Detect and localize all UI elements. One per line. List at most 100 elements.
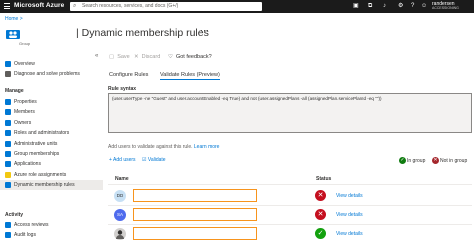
redacted-user-name xyxy=(133,189,257,202)
sidebar-item-label: Members xyxy=(14,109,35,116)
brand-name[interactable]: Microsoft Azure xyxy=(14,2,64,9)
validate-instructions: Add users to validate against this rule.… xyxy=(108,144,219,150)
applications-icon xyxy=(5,161,11,168)
sidebar-item-label: Overview xyxy=(14,61,35,67)
table-row-divider xyxy=(108,205,472,206)
redacted-user-name xyxy=(133,227,257,240)
instructions-text: Add users to validate against this rule. xyxy=(108,144,193,150)
column-header-status[interactable]: Status xyxy=(316,176,331,182)
avatar: DD xyxy=(114,190,126,202)
sidebar-item-label: Applications xyxy=(14,161,41,168)
search-icon: ⌕ xyxy=(73,3,77,9)
sidebar-item-label: Roles and administrators xyxy=(14,130,70,137)
legend-not-in-group-label: Not in group xyxy=(440,157,468,164)
not-in-group-status-icon: ✕ xyxy=(315,209,326,220)
validate-label: Validate xyxy=(147,157,166,163)
save-button[interactable]: ▢ Save xyxy=(109,53,130,61)
add-users-button[interactable]: + Add users xyxy=(109,157,136,164)
tab-configure-rules[interactable]: Configure Rules xyxy=(109,71,148,79)
menu-icon[interactable] xyxy=(4,3,10,9)
sidebar-section-manage: Manage xyxy=(5,88,24,94)
sidebar-item-access-reviews[interactable]: Access reviews xyxy=(0,220,103,230)
sidebar-item-administrative-units[interactable]: Administrative units xyxy=(0,139,103,149)
check-icon: ✓ xyxy=(399,157,406,164)
validate-button[interactable]: ☑ Validate xyxy=(142,157,166,164)
access-reviews-icon xyxy=(5,222,11,228)
sidebar-item-label: Owners xyxy=(14,119,32,126)
feedback-icon[interactable]: ☺ xyxy=(421,2,427,11)
search-placeholder: Search resources, services, and docs (G+… xyxy=(82,3,179,9)
members-icon xyxy=(5,109,11,116)
top-bar: Microsoft Azure ⌕ Search resources, serv… xyxy=(0,0,474,13)
cross-icon: ✕ xyxy=(432,157,439,164)
sidebar-item-owners[interactable]: Owners xyxy=(0,118,103,128)
user-photo-icon xyxy=(116,230,124,239)
view-details-link[interactable]: View details xyxy=(336,193,363,199)
validate-icon: ☑ xyxy=(142,157,147,163)
table-header-divider xyxy=(108,184,472,185)
legend-in-group-label: In group xyxy=(407,157,426,164)
sidebar-item-azure-role-assignments[interactable]: Azure role assignments xyxy=(0,170,103,180)
legend-in-group: ✓ In group xyxy=(399,157,425,165)
feedback-button[interactable]: ♡ Got feedback? xyxy=(168,53,212,61)
not-in-group-status-icon: ✕ xyxy=(315,190,326,201)
save-icon: ▢ xyxy=(109,54,115,60)
sidebar-item-label: Dynamic membership rules xyxy=(14,182,75,189)
help-icon[interactable]: ? xyxy=(411,2,414,11)
group-memberships-icon xyxy=(5,151,11,157)
notifications-icon[interactable]: ♪ xyxy=(383,2,386,11)
dynamic-membership-rules-icon xyxy=(5,182,11,189)
tab-validate-rules[interactable]: Validate Rules (Preview) xyxy=(160,71,220,80)
redacted-user-name xyxy=(133,208,257,221)
more-options-icon[interactable]: ··· xyxy=(200,25,209,35)
sidebar-section-activity: Activity xyxy=(5,212,24,218)
properties-icon xyxy=(5,99,11,105)
sidebar-item-diagnose-and-solve-problems[interactable]: Diagnose and solve problems xyxy=(0,69,103,79)
audit-logs-icon xyxy=(5,232,11,239)
roles-and-administrators-icon xyxy=(5,130,11,137)
sidebar-item-audit-logs[interactable]: Audit logs xyxy=(0,230,103,240)
learn-more-link[interactable]: Learn more xyxy=(194,144,220,150)
group-icon xyxy=(6,30,20,39)
breadcrumb[interactable]: Home > xyxy=(5,16,23,22)
table-row-divider xyxy=(108,224,472,225)
in-group-status-icon: ✓ xyxy=(315,228,326,239)
avatar: SA xyxy=(114,209,126,221)
settings-icon[interactable]: ⚙ xyxy=(398,2,403,11)
column-header-name[interactable]: Name xyxy=(115,176,129,182)
owners-icon xyxy=(5,119,11,126)
sidebar-item-overview[interactable]: Overview xyxy=(0,59,103,69)
sidebar-item-label: Azure role assignments xyxy=(14,171,67,178)
avatar xyxy=(114,228,126,240)
sidebar-item-roles-and-administrators[interactable]: Roles and administrators xyxy=(0,128,103,138)
sidebar-item-group-memberships[interactable]: Group memberships xyxy=(0,149,103,159)
view-details-link[interactable]: View details xyxy=(336,231,363,237)
overview-icon xyxy=(5,61,11,67)
sidebar-item-members[interactable]: Members xyxy=(0,107,103,117)
rule-syntax-label: Rule syntax xyxy=(108,86,137,92)
directory-filter-icon[interactable]: ⧉ xyxy=(368,2,372,11)
sidebar-item-properties[interactable]: Properties xyxy=(0,97,103,107)
view-details-link[interactable]: View details xyxy=(336,212,363,218)
user-org: ACCESSIONING xyxy=(432,6,459,10)
diagnose-and-solve-problems-icon xyxy=(5,71,11,78)
legend-not-in-group: ✕ Not in group xyxy=(432,157,467,165)
search-input[interactable]: ⌕ Search resources, services, and docs (… xyxy=(70,2,262,11)
sidebar-item-label: Administrative units xyxy=(14,140,58,147)
discard-icon: ✕ xyxy=(134,54,139,60)
discard-button[interactable]: ✕ Discard xyxy=(134,53,160,61)
sidebar-item-label: Access reviews xyxy=(14,222,49,228)
cloud-shell-icon[interactable]: ▣ xyxy=(353,2,359,11)
azure-role-assignments-icon xyxy=(5,171,11,178)
sidebar-item-dynamic-membership-rules[interactable]: Dynamic membership rules xyxy=(0,180,103,191)
blade-subtitle: Group xyxy=(19,41,31,46)
rule-syntax-box: (user.userType -ne "Guest" and user.acco… xyxy=(108,93,472,133)
save-label: Save xyxy=(117,54,130,60)
discard-label: Discard xyxy=(141,54,161,60)
heart-icon: ♡ xyxy=(168,54,173,60)
sidebar-item-label: Properties xyxy=(14,99,37,105)
sidebar-item-label: Group memberships xyxy=(14,151,60,157)
sidebar-item-label: Diagnose and solve problems xyxy=(14,71,80,78)
sidebar-item-applications[interactable]: Applications xyxy=(0,159,103,169)
page-title: | Dynamic membership rules xyxy=(76,27,209,39)
